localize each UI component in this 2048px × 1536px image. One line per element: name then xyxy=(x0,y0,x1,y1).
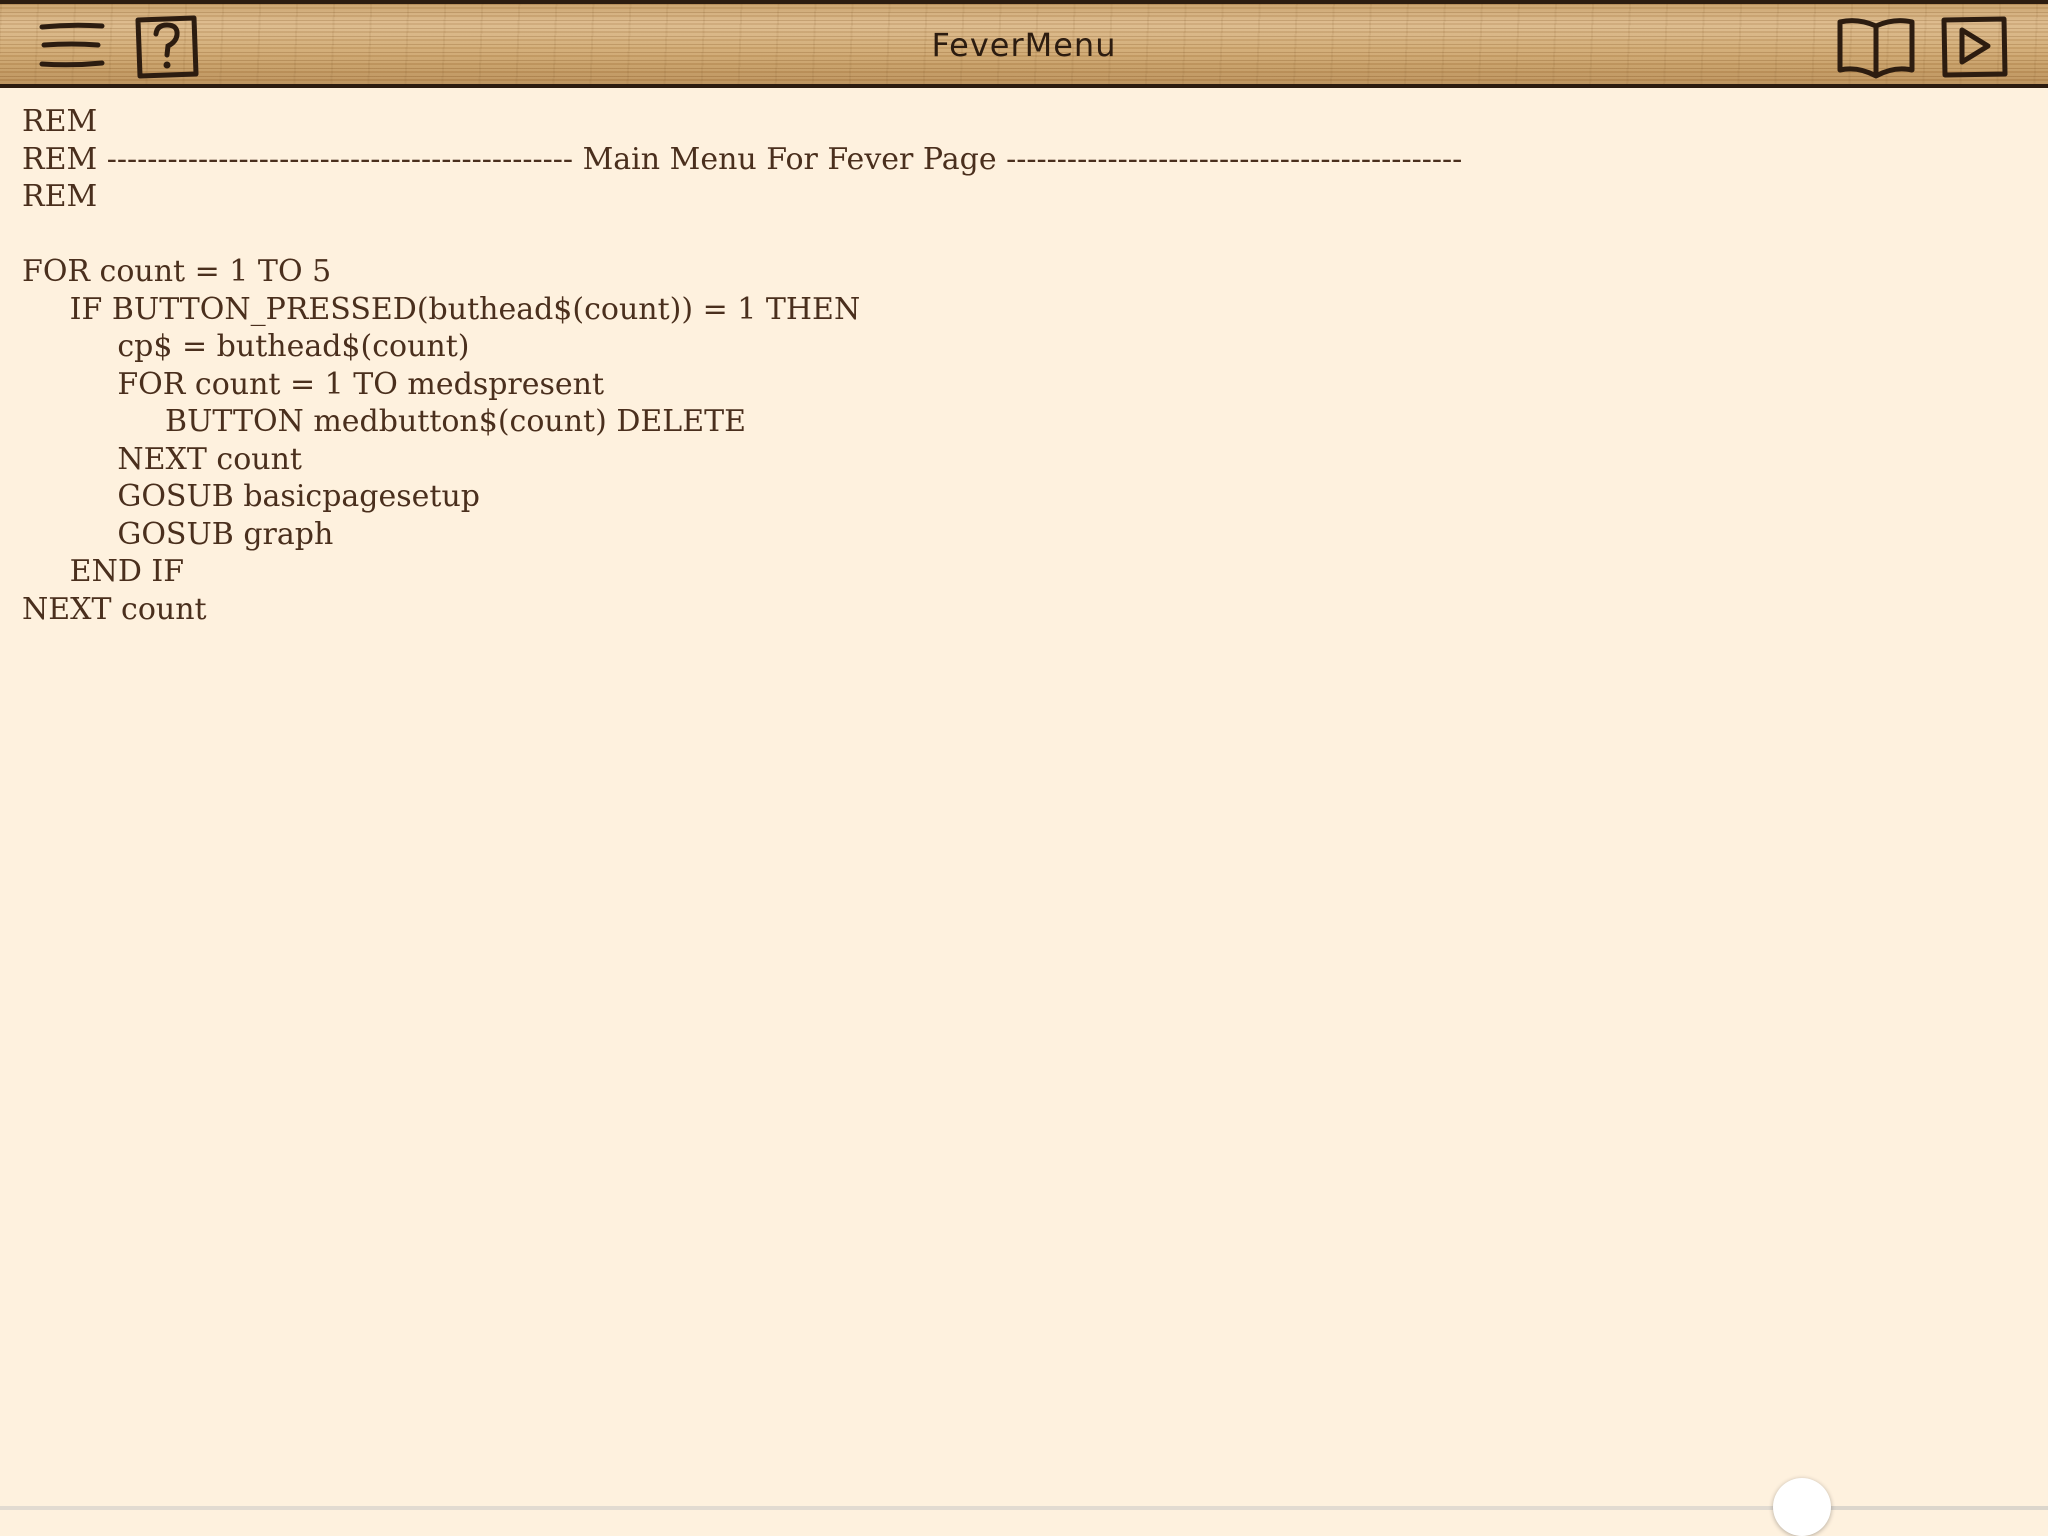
code-line: FOR count = 1 TO medspresent xyxy=(22,366,605,402)
code-line: END IF xyxy=(22,554,185,589)
code-line: NEXT count xyxy=(22,591,207,627)
book-icon[interactable] xyxy=(1834,14,1918,80)
play-icon[interactable] xyxy=(1938,14,2010,80)
page-scrubber-fill xyxy=(0,1506,1803,1510)
page-scrubber-track[interactable] xyxy=(0,1506,2048,1510)
code-line: REM xyxy=(22,104,98,139)
code-line: REM xyxy=(22,179,98,214)
code-line: GOSUB graph xyxy=(22,516,334,552)
page-scrubber-thumb[interactable] xyxy=(1773,1478,1832,1536)
app-title: FeverMenu xyxy=(931,26,1117,64)
code-line: IF BUTTON_PRESSED(buthead$(count)) = 1 T… xyxy=(22,291,861,327)
code-line: FOR count = 1 TO 5 xyxy=(22,254,332,289)
toolbar: FeverMenu xyxy=(0,0,2048,88)
code-line: GOSUB basicpagesetup xyxy=(22,479,480,514)
code-editor[interactable]: REM REM ---------------------------------… xyxy=(22,103,1462,628)
code-line: cp$ = buthead$(count) xyxy=(22,329,470,364)
code-line: NEXT count xyxy=(22,441,302,477)
code-line: BUTTON medbutton$(count) DELETE xyxy=(22,404,747,439)
code-line: REM ------------------------------------… xyxy=(22,141,1463,177)
